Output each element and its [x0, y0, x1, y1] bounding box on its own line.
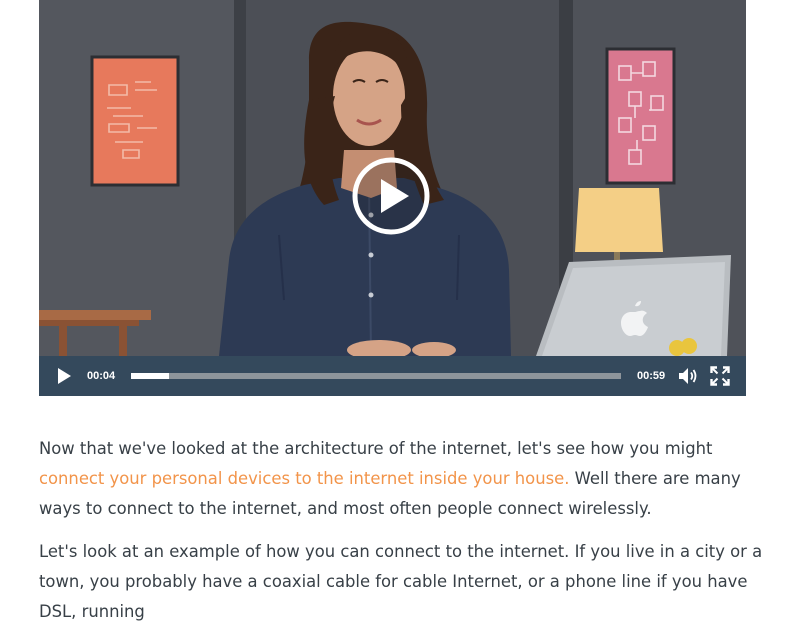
video-control-bar: 00:04 00:59 — [39, 356, 746, 396]
current-time: 00:04 — [87, 370, 116, 382]
article-body: Now that we've looked at the architectur… — [39, 434, 769, 640]
progress-bar[interactable] — [131, 373, 621, 379]
progress-fill — [131, 373, 170, 379]
volume-icon — [679, 368, 697, 384]
connect-devices-link[interactable]: connect your personal devices to the int… — [39, 469, 569, 488]
volume-button[interactable] — [678, 367, 698, 385]
wall-poster-right — [605, 47, 676, 185]
video-player[interactable]: 00:04 00:59 — [39, 0, 746, 396]
paragraph-1-text-start: Now that we've looked at the architectur… — [39, 439, 713, 458]
fullscreen-icon — [710, 366, 730, 386]
play-icon — [58, 368, 71, 384]
paragraph-1: Now that we've looked at the architectur… — [39, 434, 769, 524]
play-circle-icon — [352, 157, 430, 235]
wall-poster-left — [90, 55, 180, 187]
total-time: 00:59 — [637, 370, 666, 382]
paragraph-2: Let's look at an example of how you can … — [39, 542, 763, 621]
fullscreen-button[interactable] — [710, 366, 730, 386]
big-play-button[interactable] — [351, 156, 431, 236]
play-button[interactable] — [55, 367, 73, 385]
